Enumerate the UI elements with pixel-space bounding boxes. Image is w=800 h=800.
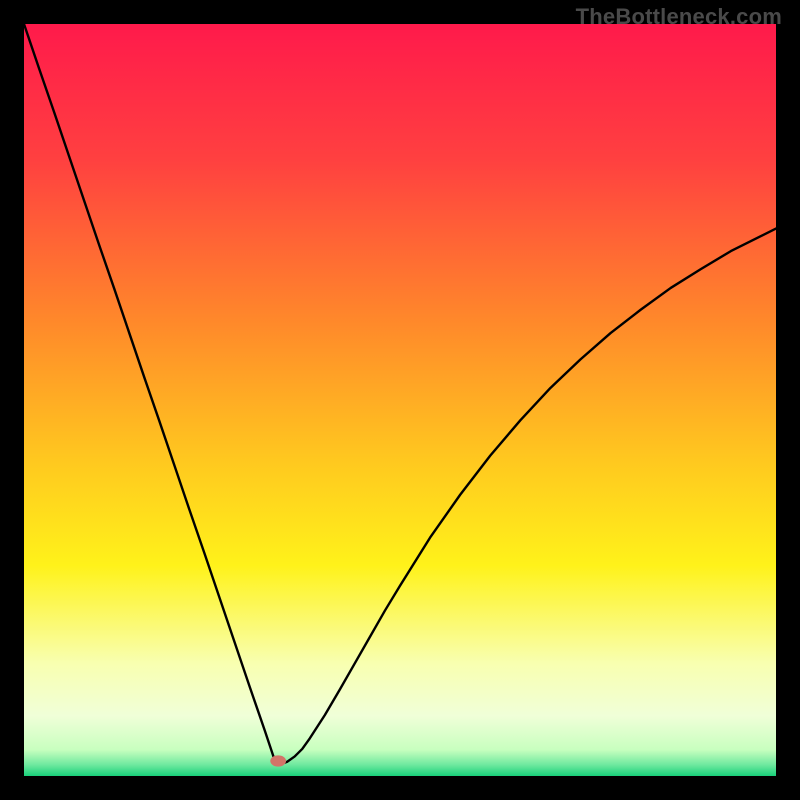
optimum-marker	[270, 755, 286, 766]
gradient-background	[24, 24, 776, 776]
plot-area	[24, 24, 776, 776]
chart-svg	[24, 24, 776, 776]
watermark-text: TheBottleneck.com	[576, 4, 782, 30]
chart-container: TheBottleneck.com	[0, 0, 800, 800]
